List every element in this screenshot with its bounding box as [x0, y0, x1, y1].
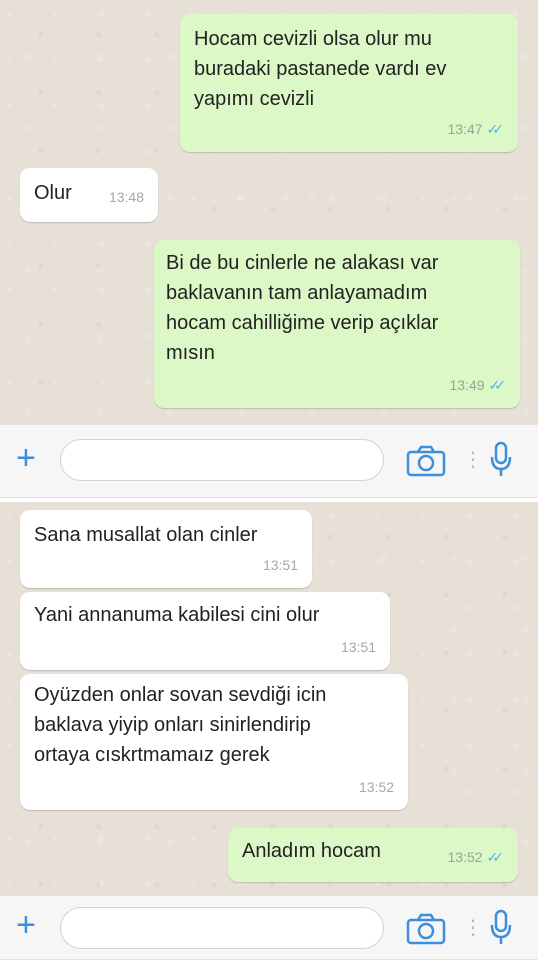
message-meta: 13:52 ✓✓ — [447, 842, 504, 872]
message-meta: 13:47 ✓✓ — [447, 114, 504, 144]
message-text: Yani annanuma kabilesi cini olur — [34, 604, 320, 626]
message-time: 13:51 — [340, 639, 376, 655]
chat-panel-top: Hocam cevizli olsa olur mu buradaki past… — [0, 0, 538, 424]
camera-icon[interactable] — [406, 445, 446, 477]
message-text: Bi de bu cinlerle ne alakası var baklava… — [166, 252, 439, 364]
message-bubble[interactable]: Yani annanuma kabilesi cini olur 13:51 — [20, 592, 390, 670]
microphone-icon[interactable] — [489, 909, 513, 947]
divider-dots: ⋮ — [463, 449, 483, 471]
message-input-bar: + ⋮ — [0, 895, 538, 960]
message-bubble[interactable]: Hocam cevizli olsa olur mu buradaki past… — [180, 14, 518, 152]
message-time: 13:52 — [358, 779, 394, 795]
message-meta: 13:51 — [341, 632, 376, 662]
message-text: Oyüzden onlar sovan sevdiği icin baklava… — [34, 684, 327, 766]
microphone-icon[interactable] — [489, 441, 513, 479]
message-time: 13:47 — [447, 121, 483, 137]
message-time: 13:52 — [447, 849, 483, 865]
message-bubble[interactable]: Oyüzden onlar sovan sevdiği icin baklava… — [20, 674, 408, 810]
message-text: Olur — [34, 182, 72, 204]
message-text: Anladım hocam — [242, 840, 381, 862]
message-input[interactable] — [60, 907, 384, 949]
message-bubble[interactable]: Olur 13:48 — [20, 168, 158, 222]
message-meta: 13:51 — [263, 550, 298, 580]
message-time: 13:49 — [449, 377, 485, 393]
divider-dots: ⋮ — [463, 917, 483, 939]
message-meta: 13:49 ✓✓ — [449, 370, 506, 400]
read-ticks-icon: ✓✓ — [486, 121, 505, 137]
message-time: 13:48 — [108, 189, 144, 205]
plus-icon[interactable]: + — [16, 439, 36, 478]
message-input[interactable] — [60, 439, 384, 481]
camera-icon[interactable] — [406, 913, 446, 945]
message-time: 13:51 — [262, 557, 298, 573]
message-input-bar: + ⋮ — [0, 424, 538, 498]
message-bubble[interactable]: Bi de bu cinlerle ne alakası var baklava… — [154, 240, 520, 408]
message-meta: 13:52 — [359, 772, 394, 802]
message-text: Hocam cevizli olsa olur mu buradaki past… — [194, 28, 447, 110]
read-ticks-icon: ✓✓ — [488, 377, 507, 393]
chat-panel-bottom: Sana musallat olan cinler 13:51 Yani ann… — [0, 502, 538, 895]
read-ticks-icon: ✓✓ — [486, 849, 505, 865]
plus-icon[interactable]: + — [16, 906, 36, 945]
message-text: Sana musallat olan cinler — [34, 524, 258, 546]
message-bubble[interactable]: Sana musallat olan cinler 13:51 — [20, 510, 312, 588]
message-meta: 13:48 — [109, 182, 144, 212]
message-bubble[interactable]: Anladım hocam 13:52 ✓✓ — [228, 828, 518, 882]
